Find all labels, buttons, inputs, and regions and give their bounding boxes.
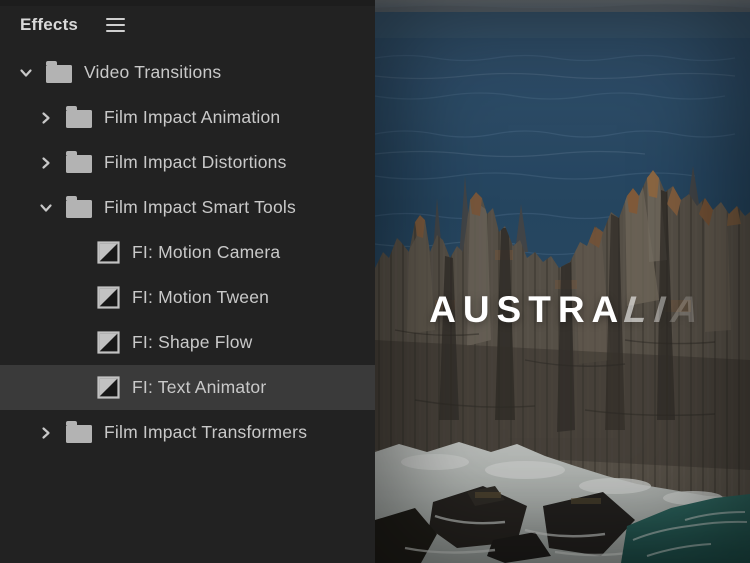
folder-icon <box>46 60 72 83</box>
tree-item-film-impact-animation[interactable]: Film Impact Animation <box>0 95 375 140</box>
transition-icon <box>97 331 120 354</box>
folder-icon <box>66 150 92 173</box>
tree-item-film-impact-distortions[interactable]: Film Impact Distortions <box>0 140 375 185</box>
tree-item-fi-shape-flow[interactable]: FI: Shape Flow <box>0 320 375 365</box>
transition-icon <box>97 376 120 399</box>
tree-item-label: FI: Motion Camera <box>132 242 281 262</box>
video-title-overlay: AUSTRALIA <box>375 289 750 330</box>
chevron-right-icon[interactable] <box>38 110 54 126</box>
tree-item-label: Video Transitions <box>84 62 222 82</box>
effects-tree: Video Transitions Film Impact Animation … <box>0 50 375 455</box>
effects-panel-tab[interactable]: Effects <box>20 15 78 35</box>
effects-panel-header: Effects <box>0 0 375 50</box>
tree-item-label: Film Impact Transformers <box>104 422 308 442</box>
folder-icon <box>66 105 92 128</box>
chevron-down-icon[interactable] <box>38 200 54 216</box>
tree-item-film-impact-transformers[interactable]: Film Impact Transformers <box>0 410 375 455</box>
app-window: Effects Video Transitions Film Impact An… <box>0 0 750 563</box>
tree-item-label: Film Impact Animation <box>104 107 281 127</box>
tree-item-fi-motion-camera[interactable]: FI: Motion Camera <box>0 230 375 275</box>
chevron-right-icon[interactable] <box>38 155 54 171</box>
tree-item-fi-text-animator[interactable]: FI: Text Animator <box>0 365 375 410</box>
folder-icon <box>66 195 92 218</box>
panel-menu-icon[interactable] <box>106 18 126 32</box>
tree-item-fi-motion-tween[interactable]: FI: Motion Tween <box>0 275 375 320</box>
chevron-right-icon[interactable] <box>38 425 54 441</box>
tree-item-label: Film Impact Distortions <box>104 152 287 172</box>
chevron-down-icon[interactable] <box>18 65 34 81</box>
title-solid-letters: AUSTRA <box>429 289 626 330</box>
folder-icon <box>66 420 92 443</box>
tree-item-label: FI: Text Animator <box>132 377 267 397</box>
transition-icon <box>97 286 120 309</box>
tree-item-label: Film Impact Smart Tools <box>104 197 296 217</box>
tree-item-label: FI: Motion Tween <box>132 287 270 307</box>
video-frame-scene <box>375 0 750 563</box>
effects-panel: Effects Video Transitions Film Impact An… <box>0 0 375 563</box>
tree-item-film-impact-smart-tools[interactable]: Film Impact Smart Tools <box>0 185 375 230</box>
tree-item-video-transitions[interactable]: Video Transitions <box>0 50 375 95</box>
video-preview: AUSTRALIA <box>375 0 750 563</box>
tree-item-label: FI: Shape Flow <box>132 332 253 352</box>
transition-icon <box>97 241 120 264</box>
